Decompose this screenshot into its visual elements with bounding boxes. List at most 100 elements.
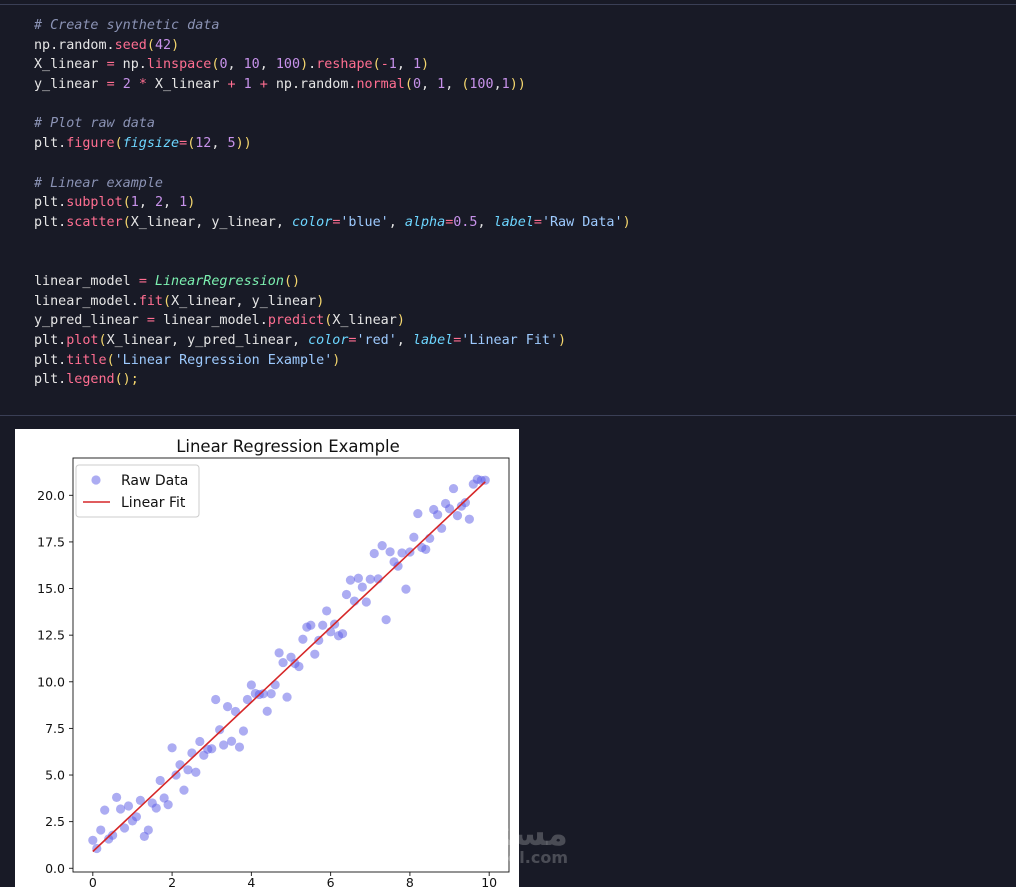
code-token: plt. bbox=[34, 136, 67, 152]
legend-label-linear-fit: Linear Fit bbox=[121, 495, 186, 511]
code-token: 100 bbox=[275, 57, 301, 73]
code-token: = bbox=[533, 214, 542, 230]
x-tick-label: 0 bbox=[89, 875, 97, 887]
code-line[interactable]: plt.figure(figsize=(12, 5)) bbox=[34, 134, 631, 154]
code-token: 12 bbox=[195, 136, 212, 152]
code-token: reshape bbox=[316, 57, 373, 73]
code-token: ) bbox=[316, 293, 325, 309]
legend-marker-raw-data bbox=[91, 475, 101, 485]
code-token: ( bbox=[163, 293, 172, 309]
code-token: 100 bbox=[469, 77, 494, 93]
data-point bbox=[167, 743, 177, 753]
code-cell[interactable]: # Create synthetic data np.random.seed(42… bbox=[0, 5, 1016, 410]
code-token: ) bbox=[622, 214, 631, 230]
y-tick-label: 5.0 bbox=[45, 768, 65, 783]
data-point bbox=[433, 510, 443, 520]
code-line[interactable]: y_linear = 2 * X_linear + 1 + np.random.… bbox=[34, 75, 631, 95]
code-line[interactable]: linear_model = LinearRegression() bbox=[34, 272, 631, 292]
code-token: y_linear bbox=[34, 77, 107, 93]
code-line[interactable] bbox=[34, 154, 631, 174]
data-point bbox=[115, 804, 126, 814]
y-tick-label: 0.0 bbox=[45, 861, 65, 876]
code-token: 1 bbox=[412, 57, 421, 73]
code-line[interactable]: plt.scatter(X_linear, y_linear, color = 'b… bbox=[34, 213, 631, 233]
data-point bbox=[369, 548, 379, 559]
code-line[interactable]: plt.title('Linear Regression Example') bbox=[34, 351, 631, 371]
code-line[interactable]: # Linear example bbox=[34, 174, 631, 194]
code-token: seed bbox=[114, 37, 147, 53]
code-token: plt. bbox=[34, 214, 67, 230]
code-line[interactable]: plt.legend(); bbox=[34, 370, 631, 390]
code-line[interactable]: linear_model.fit(X_linear, y_linear) bbox=[34, 292, 631, 312]
code-token: X_linear, y_linear bbox=[171, 293, 317, 309]
code-token: alpha bbox=[404, 214, 446, 230]
code-line[interactable] bbox=[34, 252, 631, 272]
code-token: () bbox=[283, 273, 301, 289]
code-token: 'blue' bbox=[340, 214, 389, 230]
code-token: subplot bbox=[66, 195, 123, 211]
data-point bbox=[262, 706, 272, 716]
code-line[interactable]: # Plot raw data bbox=[34, 114, 631, 134]
code-token: np. bbox=[114, 57, 147, 73]
data-point bbox=[385, 547, 395, 557]
data-point bbox=[357, 582, 367, 592]
data-point bbox=[274, 648, 284, 658]
code-token: linear_model. bbox=[34, 293, 139, 309]
code-line[interactable]: X_linear = np.linspace (0, 10, 100).resha… bbox=[34, 55, 631, 75]
code-token: X_linear bbox=[34, 57, 107, 73]
data-point bbox=[187, 748, 197, 758]
data-point bbox=[112, 792, 122, 803]
code-token: figure bbox=[66, 136, 115, 152]
code-token: plt. bbox=[34, 333, 67, 348]
code-token: , bbox=[396, 57, 413, 73]
x-tick-label: 8 bbox=[406, 875, 414, 887]
code-token: normal bbox=[356, 77, 405, 93]
code-token: ) bbox=[421, 57, 430, 73]
code-token: legend bbox=[66, 372, 115, 388]
x-tick-label: 2 bbox=[168, 875, 176, 887]
code-token: ( bbox=[372, 57, 381, 73]
x-tick-label: 4 bbox=[247, 875, 255, 887]
data-point bbox=[306, 620, 316, 630]
code-line[interactable]: plt.plot(X_linear, y_pred_linear, color=… bbox=[34, 331, 631, 351]
code-token: ) bbox=[187, 195, 196, 211]
code-line[interactable]: # Create synthetic data bbox=[34, 16, 631, 36]
linear-fit-line bbox=[92, 481, 486, 853]
data-point bbox=[211, 694, 221, 705]
data-point bbox=[361, 597, 371, 607]
code-token: , bbox=[493, 77, 502, 93]
code-line[interactable]: y_pred_linear = linear_model.predict(X_l… bbox=[34, 311, 631, 331]
code-token: ( bbox=[122, 214, 131, 230]
x-tick-label: 10 bbox=[481, 875, 497, 887]
code-line[interactable]: plt.subplot(1, 2, 1) bbox=[34, 193, 631, 213]
code-token: figsize bbox=[122, 136, 180, 152]
code-token: fit bbox=[138, 293, 163, 309]
code-token: # Linear example bbox=[34, 175, 163, 191]
code-token: = bbox=[146, 313, 155, 329]
data-point bbox=[377, 541, 387, 551]
data-point bbox=[195, 736, 205, 747]
data-point bbox=[421, 544, 431, 554]
code-token: scatter bbox=[66, 214, 123, 230]
data-point bbox=[179, 785, 189, 795]
data-point bbox=[151, 803, 161, 813]
code-line[interactable] bbox=[34, 233, 631, 253]
y-tick-label: 12.5 bbox=[37, 628, 65, 643]
data-point bbox=[246, 680, 256, 690]
data-point bbox=[278, 657, 288, 668]
code-line[interactable] bbox=[34, 95, 631, 115]
data-point bbox=[341, 589, 352, 600]
data-point bbox=[238, 726, 249, 736]
code-token: 1 bbox=[179, 195, 188, 211]
code-line[interactable]: np.random.seed(42) bbox=[34, 36, 631, 56]
code-token: )) bbox=[235, 136, 252, 152]
data-point bbox=[381, 615, 391, 625]
code-token: 5 bbox=[227, 136, 236, 152]
data-point bbox=[464, 514, 474, 524]
data-point bbox=[183, 765, 193, 775]
data-point bbox=[353, 573, 363, 583]
code-editor[interactable]: # Create synthetic data np.random.seed(42… bbox=[34, 16, 631, 390]
y-tick-label: 20.0 bbox=[37, 488, 65, 503]
code-token: label bbox=[412, 333, 454, 348]
